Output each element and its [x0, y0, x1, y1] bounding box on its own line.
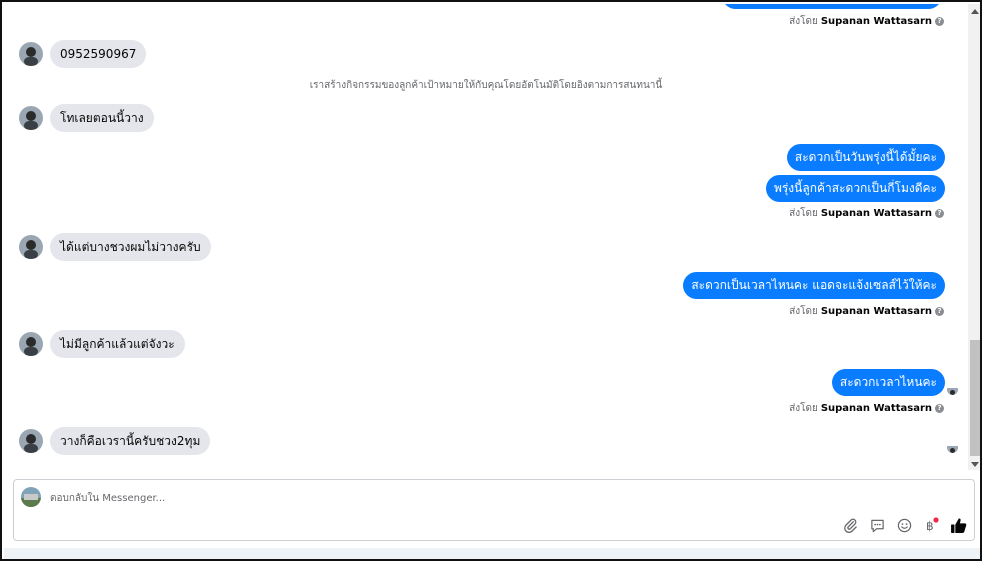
svg-text:฿: ฿: [926, 519, 934, 533]
sent-by-label: ส่งโดย Supanan Wattasarn ?: [789, 206, 944, 221]
incoming-message-row: ไม่มีลูกค้าแล้วแต่จังวะ: [19, 330, 185, 358]
thread-scrollbar[interactable]: [968, 4, 980, 470]
customer-avatar[interactable]: [19, 429, 43, 453]
system-note: เราสร้างกิจกรรมของลูกค้าเป้าหมายให้กับคุ…: [309, 80, 663, 91]
scroll-down-arrow-icon[interactable]: [971, 462, 979, 467]
sent-by-label: ส่งโดย Supanan Wattasarn ?: [789, 14, 944, 29]
customer-avatar[interactable]: [19, 235, 43, 259]
saved-replies-icon[interactable]: [868, 516, 886, 534]
seen-indicator-avatar: [947, 384, 958, 395]
agent-name: Supanan Wattasarn: [820, 306, 932, 317]
attachment-icon[interactable]: [841, 516, 859, 534]
outgoing-message: สะดวกเป็นเวลาไหนคะ แอดจะแจ้งเซลส์ไว้ให้ค…: [683, 272, 945, 299]
incoming-message: โทเลยตอนนี้วาง: [50, 104, 154, 132]
incoming-message: ไม่มีลูกค้าแล้วแต่จังวะ: [50, 330, 185, 358]
incoming-message-row: ได้แต่บางชวงผมไม่วางครับ: [19, 233, 211, 261]
messenger-window: ส่งโดย Supanan Wattasarn ? 0952590967 เร…: [0, 0, 982, 561]
incoming-message: ได้แต่บางชวงผมไม่วางครับ: [50, 233, 211, 261]
scroll-up-arrow-icon[interactable]: [971, 9, 979, 14]
incoming-message-row: โทเลยตอนนี้วาง: [19, 104, 154, 132]
help-icon[interactable]: ?: [935, 17, 944, 26]
outgoing-message: พรุ่งนี้ลูกค้าสะดวกเป็นกี่โมงดีคะ: [765, 175, 945, 202]
reply-composer: ฿: [13, 479, 975, 541]
incoming-message: 0952590967: [50, 40, 147, 68]
footer-strip: [4, 548, 980, 559]
incoming-message-row: วางก็คือเวรานี้ครับชวง2ทุม: [19, 427, 211, 455]
payment-icon[interactable]: ฿: [922, 516, 940, 534]
agent-name: Supanan Wattasarn: [820, 16, 932, 27]
sent-by-label: ส่งโดย Supanan Wattasarn ?: [789, 401, 944, 416]
outgoing-message-partial: [722, 4, 942, 9]
seen-indicator-avatar: [947, 442, 958, 453]
help-icon[interactable]: ?: [935, 307, 944, 316]
emoji-icon[interactable]: [895, 516, 913, 534]
page-avatar: [21, 487, 41, 507]
outgoing-message: สะดวกเวลาไหนคะ: [831, 369, 945, 396]
sent-by-label: ส่งโดย Supanan Wattasarn ?: [789, 304, 944, 319]
incoming-message-row: 0952590967: [19, 40, 147, 68]
like-icon[interactable]: [949, 516, 967, 534]
help-icon[interactable]: ?: [935, 209, 944, 218]
customer-avatar[interactable]: [19, 42, 43, 66]
message-thread: ส่งโดย Supanan Wattasarn ? 0952590967 เร…: [4, 4, 968, 476]
reply-input[interactable]: [50, 488, 750, 508]
customer-avatar[interactable]: [19, 106, 43, 130]
help-icon[interactable]: ?: [935, 404, 944, 413]
scrollbar-thumb[interactable]: [970, 340, 980, 456]
incoming-message: วางก็คือเวรานี้ครับชวง2ทุม: [50, 427, 211, 455]
agent-name: Supanan Wattasarn: [820, 208, 932, 219]
agent-name: Supanan Wattasarn: [820, 403, 932, 414]
customer-avatar[interactable]: [19, 332, 43, 356]
outgoing-message: สะดวกเป็นวันพรุ่งนี้ได้มั้ยคะ: [786, 144, 945, 171]
